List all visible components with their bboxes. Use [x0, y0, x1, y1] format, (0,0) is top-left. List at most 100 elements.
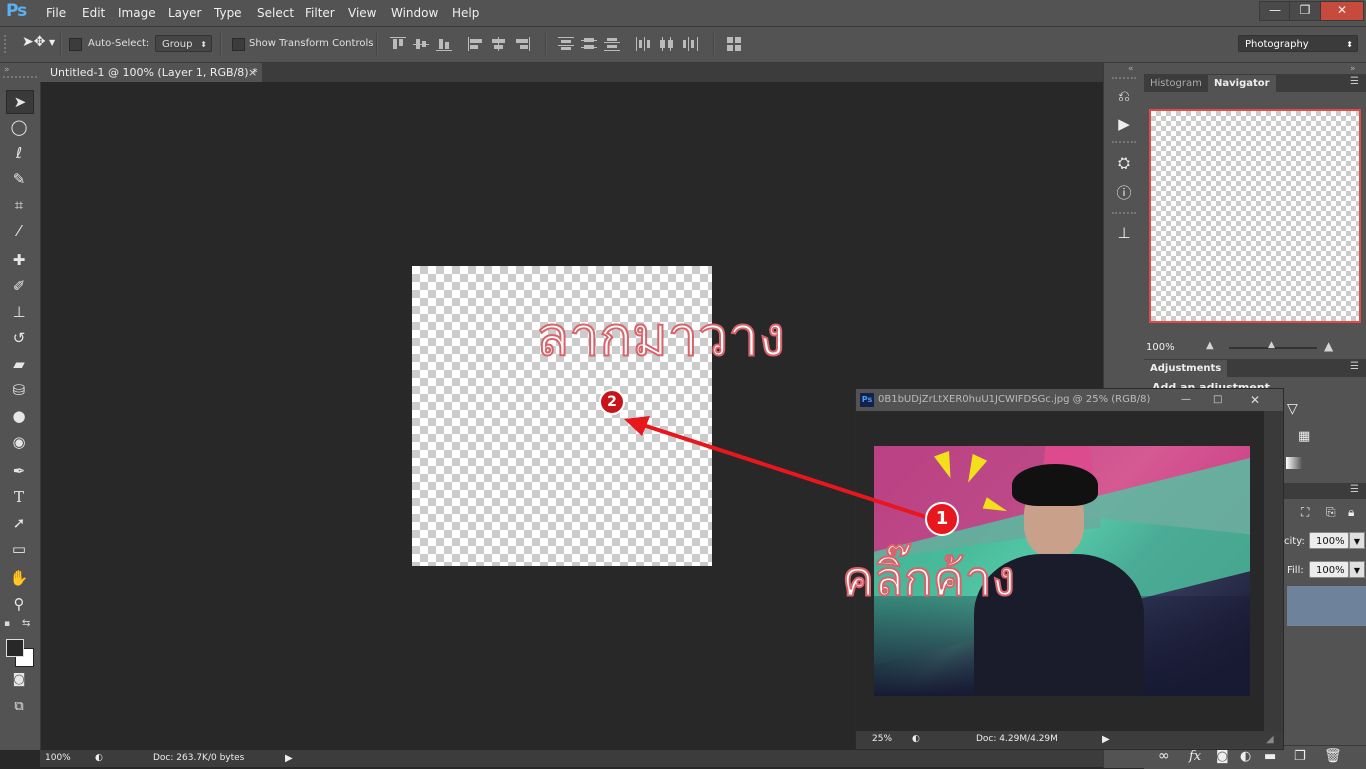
fill-dropdown-icon[interactable]: ▼: [1349, 561, 1365, 578]
menu-filter[interactable]: Filter: [305, 6, 335, 20]
actions-panel-icon[interactable]: ▶: [1113, 113, 1135, 135]
distribute-right-icon[interactable]: [682, 37, 698, 51]
float-minimize-icon[interactable]: —: [1181, 389, 1191, 411]
screen-mode-icon[interactable]: ⧉: [6, 696, 32, 718]
menu-image[interactable]: Image: [118, 6, 156, 20]
zoom-out-icon[interactable]: ▲: [1206, 340, 1214, 351]
resize-grip-icon[interactable]: ◢: [1266, 731, 1274, 748]
tab-navigator[interactable]: Navigator: [1208, 75, 1276, 92]
lock-all-icon[interactable]: 🔒︎: [1348, 505, 1354, 520]
floating-status-arrow-icon[interactable]: ▶: [1102, 731, 1110, 748]
menu-help[interactable]: Help: [452, 6, 479, 20]
opacity-dropdown-icon[interactable]: ▼: [1349, 532, 1365, 549]
menu-type[interactable]: Type: [214, 6, 242, 20]
info-panel-icon[interactable]: ⓘ: [1113, 182, 1135, 204]
healing-brush-icon[interactable]: ✚: [6, 249, 32, 271]
restore-button[interactable]: ❐: [1289, 1, 1321, 21]
dodge-icon[interactable]: ◉: [6, 431, 32, 453]
status-info-icon[interactable]: ◐: [95, 750, 103, 767]
lock-artboard-icon[interactable]: ⎘: [1326, 505, 1336, 520]
move-tool-icon[interactable]: ➤: [6, 90, 34, 114]
gradient-fill-icon[interactable]: [1286, 457, 1302, 469]
selected-layer-row[interactable]: [1287, 586, 1366, 626]
tab-histogram[interactable]: Histogram: [1144, 75, 1208, 92]
paragraph-styles-icon[interactable]: ⊥: [1113, 222, 1135, 244]
auto-select-dropdown[interactable]: Group ⬍: [155, 35, 212, 52]
gradient-map-icon[interactable]: ▽: [1287, 401, 1298, 417]
delete-layer-icon[interactable]: 🗑︎: [1324, 748, 1342, 764]
menu-window[interactable]: Window: [391, 6, 438, 20]
status-arrow-icon[interactable]: ▶: [285, 750, 293, 767]
menu-select[interactable]: Select: [257, 6, 294, 20]
add-mask-icon[interactable]: ◙: [1216, 749, 1229, 764]
channels-panel-icon[interactable]: ⛭: [1113, 152, 1135, 174]
distribute-vertical-center-icon[interactable]: [581, 37, 597, 51]
document-tab[interactable]: Untitled-1 @ 100% (Layer 1, RGB/8) * ×: [40, 63, 262, 82]
navigator-preview[interactable]: [1149, 109, 1361, 323]
path-selection-icon[interactable]: ➚: [6, 512, 32, 534]
align-horizontal-center-icon[interactable]: [491, 37, 507, 51]
history-brush-icon[interactable]: ↺: [6, 327, 32, 349]
quick-selection-icon[interactable]: ✎: [6, 168, 32, 190]
link-layers-icon[interactable]: ∞: [1158, 748, 1170, 764]
crop-icon[interactable]: ⌗: [6, 194, 32, 216]
clone-stamp-icon[interactable]: ⊥: [6, 301, 32, 323]
move-tool-icon[interactable]: ➤✥: [22, 34, 45, 50]
zoom-slider-thumb[interactable]: ▲: [1268, 340, 1275, 350]
rectangle-tool-icon[interactable]: ▭: [6, 538, 32, 560]
distribute-left-icon[interactable]: [636, 37, 652, 51]
floating-info-icon[interactable]: ◐: [912, 731, 920, 748]
collapse-dock-icon[interactable]: «: [1128, 64, 1134, 74]
pen-icon[interactable]: ✒: [6, 460, 32, 482]
align-left-icon[interactable]: [468, 37, 484, 51]
tab-close-icon[interactable]: ×: [248, 63, 257, 82]
adjustment-layer-icon[interactable]: ◐: [1240, 749, 1251, 764]
tool-preset-chevron-icon[interactable]: ▼: [49, 38, 55, 47]
eraser-icon[interactable]: ▰: [6, 353, 32, 375]
distribute-horizontal-center-icon[interactable]: [659, 37, 675, 51]
quick-mask-icon[interactable]: ◙: [6, 669, 32, 691]
zoom-tool-icon[interactable]: ⚲: [6, 593, 32, 615]
zoom-in-icon[interactable]: ▲: [1324, 339, 1333, 353]
color-lookup-icon[interactable]: ▦: [1298, 429, 1310, 444]
status-zoom[interactable]: 100%: [45, 750, 71, 767]
panel-menu-icon[interactable]: ☰: [1350, 76, 1359, 87]
eyedropper-icon[interactable]: ⁄: [6, 220, 32, 242]
auto-select-checkbox[interactable]: [69, 38, 82, 51]
panel-menu-icon[interactable]: ☰: [1350, 361, 1359, 372]
distribute-top-icon[interactable]: [558, 37, 574, 51]
float-close-icon[interactable]: ✕: [1250, 389, 1260, 411]
type-tool-icon[interactable]: T: [6, 486, 32, 508]
floating-zoom[interactable]: 25%: [872, 731, 892, 748]
float-maximize-icon[interactable]: □: [1213, 389, 1222, 411]
navigator-zoom-value[interactable]: 100%: [1146, 342, 1175, 353]
align-right-icon[interactable]: [514, 37, 530, 51]
vertical-scrollbar[interactable]: [1264, 411, 1283, 731]
lasso-icon[interactable]: ℓ: [6, 142, 32, 164]
layer-style-icon[interactable]: fx: [1189, 749, 1201, 764]
brush-icon[interactable]: ✐: [6, 275, 32, 297]
align-vertical-center-icon[interactable]: [413, 37, 429, 51]
transform-controls-checkbox[interactable]: [232, 38, 245, 51]
blur-icon[interactable]: ●: [6, 405, 32, 427]
fill-value[interactable]: 100%: [1309, 561, 1349, 578]
swap-colors-icon[interactable]: ⇆: [22, 618, 30, 629]
auto-align-layers-icon[interactable]: [726, 37, 742, 51]
new-group-icon[interactable]: ▬: [1264, 749, 1276, 764]
close-button[interactable]: ✕: [1320, 1, 1364, 21]
menu-edit[interactable]: Edit: [82, 6, 105, 20]
history-panel-icon[interactable]: ⎌: [1113, 85, 1135, 107]
default-colors-icon[interactable]: ▪: [4, 619, 10, 629]
tab-adjustments[interactable]: Adjustments: [1144, 360, 1228, 377]
panel-menu-icon[interactable]: ☰: [1350, 484, 1359, 495]
hand-tool-icon[interactable]: ✋: [6, 567, 32, 589]
opacity-value[interactable]: 100%: [1309, 532, 1349, 549]
floating-window-titlebar[interactable]: Ps 0B1bUDjZrLtXER0huU1JCWIFDSGc.jpg @ 25…: [856, 389, 1283, 411]
menu-file[interactable]: File: [46, 6, 66, 20]
workspace-switcher[interactable]: Photography ⬍: [1238, 35, 1358, 52]
new-layer-icon[interactable]: ❐: [1294, 749, 1306, 764]
minimize-button[interactable]: —: [1259, 1, 1291, 21]
elliptical-marquee-icon[interactable]: ◯: [6, 116, 32, 138]
menu-layer[interactable]: Layer: [168, 6, 201, 20]
transform-lock-icon[interactable]: ⛶: [1301, 505, 1309, 520]
